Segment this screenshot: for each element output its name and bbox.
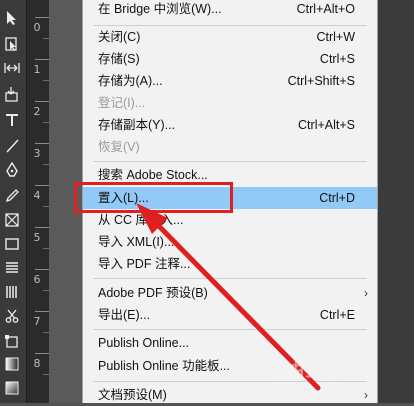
menu-item-adobe-pdf-presets[interactable]: Adobe PDF 预设(B) › xyxy=(83,282,377,304)
tools-panel xyxy=(0,0,26,403)
menu-separator xyxy=(93,329,367,330)
menu-item-export[interactable]: 导出(E)... Ctrl+E xyxy=(83,304,377,326)
ruler-label: 8 xyxy=(33,357,41,370)
menu-item-import-pdf-comments[interactable]: 导入 PDF 注释... xyxy=(83,253,377,275)
selection-tool-icon[interactable] xyxy=(2,8,22,28)
menu-item-save[interactable]: 存储(S) Ctrl+S xyxy=(83,48,377,70)
menu-item-save-as[interactable]: 存储为(A)... Ctrl+Shift+S xyxy=(83,70,377,92)
menu-separator xyxy=(93,161,367,162)
ruler-label: 4 xyxy=(33,189,41,202)
ruler-label: 3 xyxy=(33,147,41,160)
menu-separator xyxy=(93,381,367,382)
ruler-label: 6 xyxy=(33,273,41,286)
rectangle-frame-tool-icon[interactable] xyxy=(2,210,22,230)
ruler-label: 2 xyxy=(33,105,41,118)
ruler-label: 1 xyxy=(33,63,41,76)
line-tool-icon[interactable] xyxy=(2,136,22,156)
annotation-highlight-box xyxy=(74,182,233,213)
ruler-label: 5 xyxy=(33,231,41,244)
menu-item-import-xml[interactable]: 导入 XML(I)... xyxy=(83,231,377,253)
submenu-arrow-icon: › xyxy=(364,286,368,300)
menu-item-revert: 恢复(V) xyxy=(98,140,140,154)
watermark-text: 自由互联 xyxy=(269,360,342,380)
ruler-label: 7 xyxy=(33,315,41,328)
menu-item-browse-in-bridge[interactable]: 在 Bridge 中浏览(W)... Ctrl+Alt+O xyxy=(83,0,377,20)
horizontal-grid-tool-icon[interactable] xyxy=(2,258,22,278)
free-transform-tool-icon[interactable] xyxy=(2,332,22,352)
vertical-grid-tool-icon[interactable] xyxy=(2,282,22,302)
direct-selection-tool-icon[interactable] xyxy=(2,34,22,54)
workspace-background xyxy=(378,0,414,403)
menu-item-publish-online[interactable]: Publish Online... xyxy=(83,332,377,354)
rectangle-tool-icon[interactable] xyxy=(2,234,22,254)
ruler-label: 0 xyxy=(33,21,41,34)
content-collector-tool-icon[interactable] xyxy=(2,84,22,104)
gap-tool-icon[interactable] xyxy=(2,58,22,78)
pen-tool-icon[interactable] xyxy=(2,160,22,180)
gradient-swatch-tool-icon[interactable] xyxy=(2,354,22,374)
menu-item-check-in: 登记(I)... xyxy=(98,96,146,110)
scissors-tool-icon[interactable] xyxy=(2,306,22,326)
type-tool-icon[interactable] xyxy=(2,110,22,130)
gradient-feather-tool-icon[interactable] xyxy=(2,378,22,398)
watermark: X 自由互联 xyxy=(250,356,400,380)
pencil-tool-icon[interactable] xyxy=(2,186,22,206)
menu-item-save-copy[interactable]: 存储副本(Y)... Ctrl+Alt+S xyxy=(83,114,377,136)
vertical-ruler: 0 1 2 3 4 5 6 7 8 xyxy=(26,0,50,403)
menu-item-close[interactable]: 关闭(C) Ctrl+W xyxy=(83,26,377,48)
watermark-logo-icon: X xyxy=(250,356,266,380)
menu-separator xyxy=(93,278,367,279)
